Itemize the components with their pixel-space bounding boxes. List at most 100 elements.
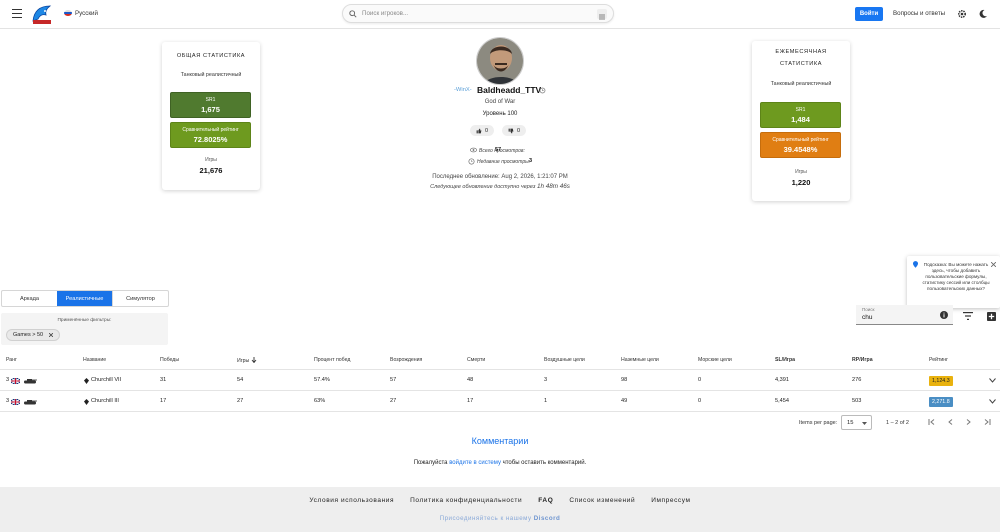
site-logo[interactable]	[30, 3, 54, 26]
close-icon[interactable]	[49, 333, 54, 337]
vehicle-name[interactable]: Churchill VII	[91, 377, 121, 383]
dropdown-arrow-icon	[862, 422, 867, 425]
add-column-icon[interactable]	[987, 312, 996, 321]
prev-page-icon[interactable]	[948, 419, 953, 425]
uk-flag-icon	[11, 399, 20, 405]
close-icon[interactable]	[991, 262, 996, 267]
per-page-value: 15	[847, 420, 854, 426]
overall-mode-label: Танковый реалистичный	[180, 72, 242, 78]
tip-popup: Подсказка: Вы можете нажать здесь, чтобы…	[907, 256, 1000, 308]
clan-tag[interactable]: -WinX-	[454, 87, 472, 93]
tab-arcade[interactable]: Аркада	[2, 291, 57, 306]
last-page-icon[interactable]	[984, 419, 991, 425]
col-respawns[interactable]: Возрождения	[390, 357, 422, 363]
comments-login-link[interactable]: войдите в систему	[449, 460, 501, 466]
footer-impressum-link[interactable]: Импрессум	[651, 497, 690, 504]
col-winrate[interactable]: Процент побед	[314, 357, 350, 363]
player-name: Baldheadd_TTV	[477, 85, 542, 95]
col-wins[interactable]: Победы	[160, 357, 179, 363]
login-button[interactable]: Войти	[855, 7, 883, 21]
comments-prefix: Пожалуйста	[413, 460, 448, 466]
first-page-icon[interactable]	[928, 419, 935, 425]
chevron-down-icon[interactable]	[989, 378, 996, 383]
uk-flag-icon	[11, 378, 20, 384]
next-update: Следующее обновление доступно через 1h 4…	[0, 183, 1000, 190]
discord-link[interactable]: Discord	[534, 515, 561, 522]
wins-value: 17	[160, 398, 167, 404]
items-per-page-label: Items per page:	[799, 420, 838, 426]
applied-filters-label: Применённые фильтры:	[57, 318, 112, 323]
search-filter-icon[interactable]	[597, 9, 607, 20]
col-name[interactable]: Название	[83, 357, 106, 363]
table-row[interactable]: 3 Churchill III 17 27 63% 27 17 1 49 0 5…	[0, 392, 1000, 412]
col-deaths[interactable]: Смерти	[467, 357, 485, 363]
tank-icon	[24, 379, 37, 384]
respawns-value: 57	[390, 377, 397, 383]
monthly-rating-label: Сравнительный рейтинг	[772, 137, 829, 143]
like-button[interactable]: 0	[470, 125, 494, 136]
col-rp-per-game[interactable]: RP/Игра	[852, 357, 873, 363]
dark-mode-icon[interactable]	[978, 9, 988, 19]
sl-value: 4,391	[775, 377, 789, 383]
footer-privacy-link[interactable]: Политика конфиденциальности	[410, 497, 522, 504]
col-rating[interactable]: Рейтинг	[929, 357, 948, 363]
dislike-count: 0	[516, 127, 521, 134]
language-selector[interactable]: Русский	[75, 10, 98, 17]
deaths-value: 48	[467, 377, 474, 383]
per-page-select[interactable]: 15	[841, 415, 872, 430]
table-search-value[interactable]: chu	[862, 314, 872, 321]
vehicle-name[interactable]: Churchill III	[91, 398, 119, 404]
dislike-button[interactable]: 0	[502, 125, 526, 136]
footer-changelog-link[interactable]: Список изменений	[569, 497, 635, 504]
col-games[interactable]: Игры	[237, 357, 257, 364]
rp-value: 276	[852, 377, 862, 383]
tank-icon	[24, 400, 37, 405]
discord-invite[interactable]: Присоединяйтесь к нашему Discord	[0, 515, 1000, 522]
faq-link[interactable]: Вопросы и ответы	[893, 10, 945, 17]
russia-flag-icon[interactable]	[64, 10, 72, 16]
thumbs-up-icon	[476, 128, 482, 133]
overall-stats-title: ОБЩАЯ СТАТИСТИКА	[176, 53, 246, 59]
naval-targets-value: 0	[698, 377, 702, 383]
table-row[interactable]: 3 Churchill VII 31 54 57.4% 57 48 3 98 0…	[0, 371, 1000, 391]
gear-icon[interactable]	[957, 9, 967, 19]
next-update-label: Следующее обновление доступно через	[430, 184, 536, 190]
footer-faq-link[interactable]: FAQ	[538, 497, 553, 504]
search-placeholder[interactable]: Поиск игроков...	[362, 10, 408, 17]
col-air-targets[interactable]: Воздушные цели	[544, 357, 585, 363]
monthly-rating-value: 39.4548%	[783, 145, 818, 154]
air-targets-value: 3	[544, 377, 548, 383]
menu-icon[interactable]	[12, 9, 22, 18]
chevron-down-icon[interactable]	[989, 399, 996, 404]
mode-tabs: Аркада Реалистичные Симулятор	[1, 290, 169, 307]
recent-views-count: 3	[529, 158, 533, 164]
deaths-value: 17	[467, 398, 474, 404]
col-games-label: Игры	[237, 358, 250, 364]
filter-chip[interactable]: Games > 50	[6, 329, 61, 341]
info-icon[interactable]	[940, 311, 948, 319]
footer-links: Условия использования Политика конфиденц…	[0, 497, 1000, 504]
footer-terms-link[interactable]: Условия использования	[309, 497, 394, 504]
respawns-value: 27	[390, 398, 397, 404]
footer	[0, 487, 1000, 532]
tab-realistic[interactable]: Реалистичные	[57, 291, 112, 306]
col-ground-targets[interactable]: Наземные цели	[621, 357, 659, 363]
next-page-icon[interactable]	[966, 419, 971, 425]
ground-targets-value: 49	[621, 398, 628, 404]
winrate-value: 63%	[314, 398, 326, 404]
tab-simulator[interactable]: Симулятор	[112, 291, 168, 306]
overall-rating-label: Сравнительный рейтинг	[182, 127, 239, 133]
history-icon[interactable]	[539, 87, 546, 94]
col-sl-per-game[interactable]: SL/Игра	[775, 357, 795, 363]
col-rank[interactable]: Ранг	[6, 357, 17, 363]
total-views-count: 57	[495, 147, 502, 153]
filter-list-icon[interactable]	[963, 312, 973, 320]
col-naval-targets[interactable]: Морские цели	[698, 357, 732, 363]
location-pin-icon	[913, 261, 918, 268]
player-avatar	[476, 37, 524, 85]
last-update: Последнее обновление: Aug 2, 2026, 1:21:…	[432, 174, 568, 180]
sort-down-icon[interactable]	[251, 357, 257, 364]
player-search-bar[interactable]: Поиск игроков...	[342, 4, 614, 23]
ground-targets-value: 98	[621, 377, 628, 383]
table-search-field[interactable]: Поиск chu	[856, 305, 953, 325]
